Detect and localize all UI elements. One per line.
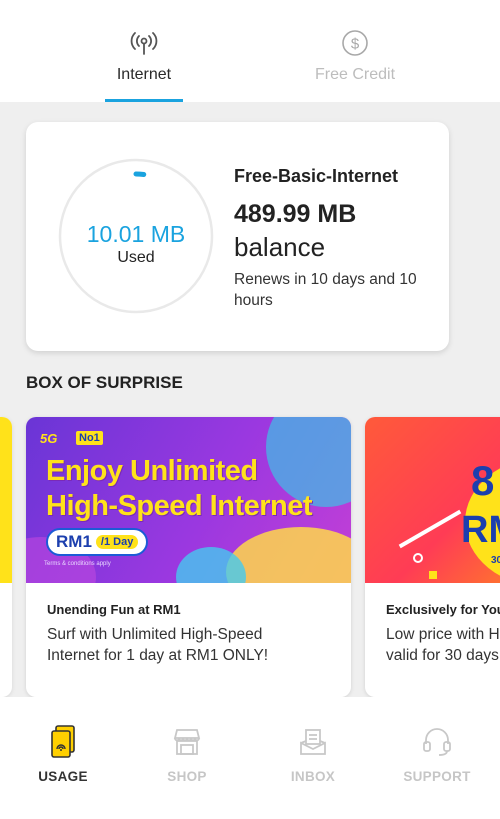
plan-name: Free-Basic-Internet	[234, 166, 399, 186]
nav-usage-label: USAGE	[38, 769, 88, 784]
balance-label: balance	[234, 232, 326, 262]
promo-description: Surf with Unlimited High-Speed Internet …	[47, 626, 269, 664]
promo-description-line-2: valid for 30 days	[386, 647, 499, 664]
nav-usage[interactable]: USAGE	[8, 725, 118, 784]
promo-description: Low price with H valid for 30 days	[386, 624, 500, 666]
banner-currency: RM	[461, 509, 500, 551]
banner-fine-print: Terms & conditions apply	[44, 561, 111, 567]
inbox-icon	[258, 725, 368, 759]
promo-card-rm1[interactable]: 5G No1 Enjoy Unlimited High-Speed Intern…	[26, 417, 351, 697]
tab-internet[interactable]: Internet	[84, 0, 204, 102]
no1-badge: No1	[76, 431, 103, 445]
nav-shop[interactable]: SHOP	[132, 725, 242, 784]
balance-amount: 489.99 MB	[234, 200, 357, 228]
dollar-circle-icon: $	[295, 28, 415, 58]
promo-banner-image: 8 RM 30	[365, 417, 500, 583]
banner-headline-2: High-Speed Internet	[46, 490, 313, 522]
banner-validity: 30	[491, 555, 500, 566]
tab-free-credit[interactable]: $ Free Credit	[295, 0, 415, 102]
banner-headline-1: Enjoy Unlimited	[46, 455, 258, 487]
nav-support-label: SUPPORT	[403, 769, 471, 784]
5g-badge: 5G	[40, 431, 58, 446]
promo-card-previous[interactable]	[0, 417, 12, 697]
nav-inbox[interactable]: INBOX	[258, 725, 368, 784]
price-value: RM1	[56, 532, 92, 551]
price-period: /1 Day	[95, 535, 139, 549]
nav-support[interactable]: SUPPORT	[382, 725, 492, 784]
headset-icon	[382, 725, 492, 759]
promo-title: Unending Fun at RM1	[47, 602, 181, 617]
promo-card-exclusive[interactable]: 8 RM 30 Exclusively for You Low price wi…	[365, 417, 500, 697]
tab-internet-label: Internet	[116, 66, 172, 83]
price-pill: RM1 /1 Day	[46, 528, 149, 556]
balance-card[interactable]: 10.01 MB Used Free-Basic-Internet 489.99…	[26, 122, 449, 351]
renewal-text: Renews in 10 days and 10 hours	[234, 271, 417, 309]
top-tabs: Internet $ Free Credit	[0, 0, 500, 102]
nav-shop-label: SHOP	[167, 769, 207, 784]
promo-banner-image: 5G No1 Enjoy Unlimited High-Speed Intern…	[26, 417, 351, 583]
banner-big-number: 8	[471, 457, 495, 504]
promo-description-line-1: Low price with H	[386, 626, 500, 643]
svg-text:$: $	[351, 36, 360, 53]
nav-inbox-label: INBOX	[290, 769, 336, 784]
section-title: BOX OF SURPRISE	[26, 373, 183, 392]
sim-wallet-icon	[8, 725, 118, 759]
used-amount: 10.01 MB	[86, 221, 186, 247]
active-tab-indicator	[105, 99, 183, 102]
promo-title: Exclusively for You	[386, 602, 500, 617]
shop-icon	[132, 725, 242, 759]
bottom-navigation: USAGE SHOP INBOX SUPPORT	[0, 697, 500, 819]
used-label: Used	[117, 249, 155, 266]
tab-free-credit-label: Free Credit	[314, 66, 396, 83]
antenna-signal-icon	[84, 28, 204, 58]
